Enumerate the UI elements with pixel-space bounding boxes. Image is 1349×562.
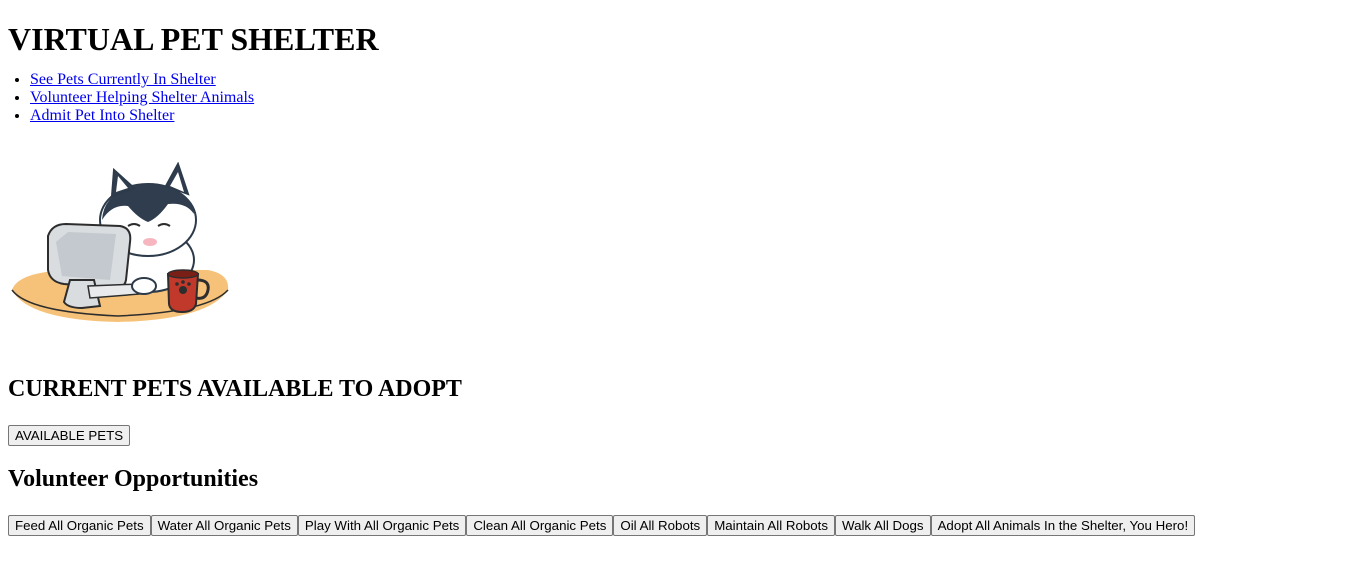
feed-organic-pets-button[interactable]: Feed All Organic Pets bbox=[8, 515, 151, 536]
nav-item-admit-pet: Admit Pet Into Shelter bbox=[30, 107, 1341, 125]
admit-pet-link[interactable]: Admit Pet Into Shelter bbox=[30, 107, 174, 124]
volunteer-section-heading: Volunteer Opportunities bbox=[8, 466, 259, 492]
nav-item-see-pets: See Pets Currently In Shelter bbox=[30, 71, 1341, 89]
page: VIRTUAL PET SHELTER See Pets Currently I… bbox=[0, 21, 1349, 536]
clean-organic-pets-button[interactable]: Clean All Organic Pets bbox=[466, 515, 614, 536]
adopt-all-animals-button[interactable]: Adopt All Animals In the Shelter, You He… bbox=[930, 515, 1196, 536]
see-pets-link[interactable]: See Pets Currently In Shelter bbox=[30, 71, 216, 88]
available-pets-button[interactable]: AVAILABLE PETS bbox=[8, 425, 131, 446]
volunteer-button-row: Feed All Organic Pets Water All Organic … bbox=[8, 515, 1341, 536]
maintain-robots-button[interactable]: Maintain All Robots bbox=[707, 515, 836, 536]
page-title: VIRTUAL PET SHELTER bbox=[8, 21, 379, 57]
adopt-section-heading: CURRENT PETS AVAILABLE TO ADOPT bbox=[8, 376, 462, 402]
nav-list: See Pets Currently In Shelter Volunteer … bbox=[8, 71, 1341, 125]
oil-robots-button[interactable]: Oil All Robots bbox=[613, 515, 708, 536]
water-organic-pets-button[interactable]: Water All Organic Pets bbox=[150, 515, 298, 536]
walk-dogs-button[interactable]: Walk All Dogs bbox=[835, 515, 931, 536]
play-organic-pets-button[interactable]: Play With All Organic Pets bbox=[297, 515, 467, 536]
adopt-section: AVAILABLE PETS bbox=[8, 425, 1341, 446]
nav-item-volunteer: Volunteer Helping Shelter Animals bbox=[30, 89, 1341, 107]
husky-at-computer-image bbox=[11, 162, 229, 322]
volunteer-link[interactable]: Volunteer Helping Shelter Animals bbox=[30, 89, 254, 106]
